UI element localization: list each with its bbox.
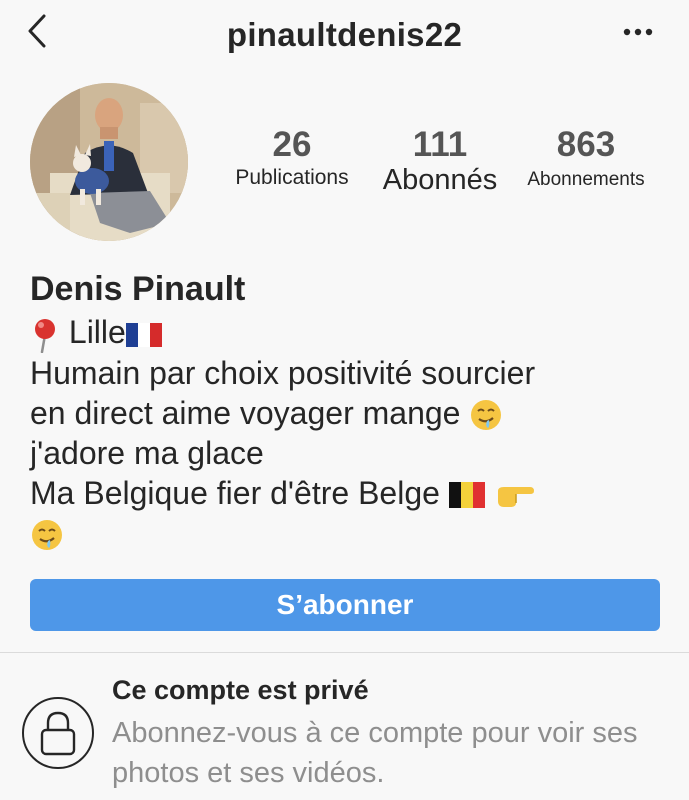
ellipsis-icon [623, 28, 653, 36]
publications-label: Publications [235, 166, 349, 189]
bio-line-3-text: en direct aime voyager mange [30, 394, 461, 431]
bio-line-location: Lille [30, 312, 670, 353]
profile-stats: 26 Publications 111 Abonnés 863 Abonneme… [0, 124, 689, 204]
drooling-face-icon [471, 400, 502, 431]
bio-line-3: en direct aime voyager mange [30, 393, 670, 433]
divider [0, 652, 689, 653]
stat-following[interactable]: 863 Abonnements [518, 124, 654, 191]
page-title: pinaultdenis22 [226, 16, 463, 53]
bio-line-4: j'adore ma glace [30, 434, 264, 471]
belgium-flag-icon [448, 482, 485, 509]
following-count: 863 [556, 125, 616, 164]
pointing-right-icon [497, 487, 534, 508]
lock-icon [40, 711, 76, 756]
more-options-button[interactable] [621, 22, 655, 42]
subscribe-button[interactable]: S’abonner [30, 579, 660, 631]
private-account-description: Abonnez-vous à ce compte pour voir ses p… [112, 717, 638, 789]
followers-count: 111 [412, 125, 468, 164]
round-pushpin-icon [35, 318, 55, 353]
bio-line-6 [30, 513, 670, 553]
bio-line-5-text: Ma Belgique fier d'être Belge [30, 474, 440, 511]
top-bar: pinaultdenis22 [0, 0, 689, 70]
publications-count: 26 [272, 125, 312, 164]
following-label: Abonnements [527, 169, 645, 190]
display-name: Denis Pinault [30, 270, 246, 308]
bio-line-5: Ma Belgique fier d'être Belge [30, 473, 670, 513]
bio-line-2: Humain par choix positivité sourcier [30, 354, 536, 391]
france-flag-icon [125, 322, 162, 347]
followers-label: Abonnés [382, 164, 498, 196]
stat-followers[interactable]: 111 Abonnés [370, 124, 510, 196]
stat-publications[interactable]: 26 Publications [224, 124, 360, 190]
bio: Lille Humain par choix positivité sourci… [30, 312, 670, 553]
lock-badge [22, 697, 94, 769]
bio-location-text: Lille [68, 314, 126, 350]
private-account-title: Ce compte est privé [112, 675, 369, 705]
drooling-face-icon [32, 520, 62, 551]
